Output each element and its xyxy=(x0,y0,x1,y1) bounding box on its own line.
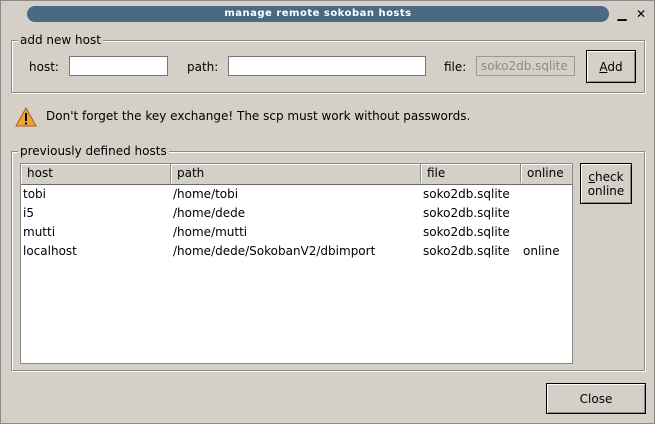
column-header-path[interactable]: path xyxy=(171,164,421,183)
host-label: host: xyxy=(29,60,59,74)
add-button[interactable]: Add xyxy=(586,50,636,83)
dialog-window: manage remote sokoban hosts ▁ ✕ add new … xyxy=(0,0,655,424)
cell-host: mutti xyxy=(23,225,56,239)
column-header-online[interactable]: online xyxy=(521,164,572,183)
close-button[interactable]: Close xyxy=(546,383,646,414)
path-label: path: xyxy=(187,60,219,74)
cell-host: localhost xyxy=(23,244,77,258)
add-host-group-title: add new host xyxy=(18,33,103,47)
table-row[interactable]: mutti /home/mutti soko2db.sqlite xyxy=(21,223,572,242)
cell-file: soko2db.sqlite xyxy=(423,206,510,220)
cell-host: i5 xyxy=(23,206,34,220)
cell-path: /home/tobi xyxy=(173,187,239,201)
column-header-host[interactable]: host xyxy=(21,164,171,183)
cell-host: tobi xyxy=(23,187,46,201)
host-input[interactable] xyxy=(69,56,168,76)
table-row[interactable]: localhost /home/dede/SokobanV2/dbimport … xyxy=(21,242,572,261)
cell-online: online xyxy=(523,244,560,258)
cell-file: soko2db.sqlite xyxy=(423,225,510,239)
window-title: manage remote sokoban hosts xyxy=(27,6,609,22)
table-header: host path file online xyxy=(21,164,572,185)
add-button-label: dd xyxy=(607,59,623,74)
cell-path: /home/mutti xyxy=(173,225,248,239)
check-online-label-line2: online xyxy=(587,183,625,198)
hosts-table[interactable]: host path file online tobi /home/tobi so… xyxy=(20,163,573,364)
warning-text: Don't forget the key exchange! The scp m… xyxy=(46,109,471,123)
cell-file: soko2db.sqlite xyxy=(423,187,510,201)
file-input xyxy=(476,56,575,76)
check-online-label-line1: heck xyxy=(595,169,624,184)
warning-icon xyxy=(15,107,37,127)
cell-path: /home/dede xyxy=(173,206,246,220)
cell-path: /home/dede/SokobanV2/dbimport xyxy=(173,244,376,258)
cell-file: soko2db.sqlite xyxy=(423,244,510,258)
path-input[interactable] xyxy=(228,56,426,76)
minimize-icon[interactable]: ▁ xyxy=(615,7,629,21)
close-icon[interactable]: ✕ xyxy=(634,7,648,21)
table-row[interactable]: i5 /home/dede soko2db.sqlite xyxy=(21,204,572,223)
table-row[interactable]: tobi /home/tobi soko2db.sqlite xyxy=(21,185,572,204)
hosts-group-title: previously defined hosts xyxy=(18,144,169,158)
check-online-button[interactable]: check online xyxy=(580,163,632,204)
file-label: file: xyxy=(444,60,467,74)
column-header-file[interactable]: file xyxy=(421,164,521,183)
title-bar[interactable]: manage remote sokoban hosts ▁ ✕ xyxy=(1,1,654,25)
